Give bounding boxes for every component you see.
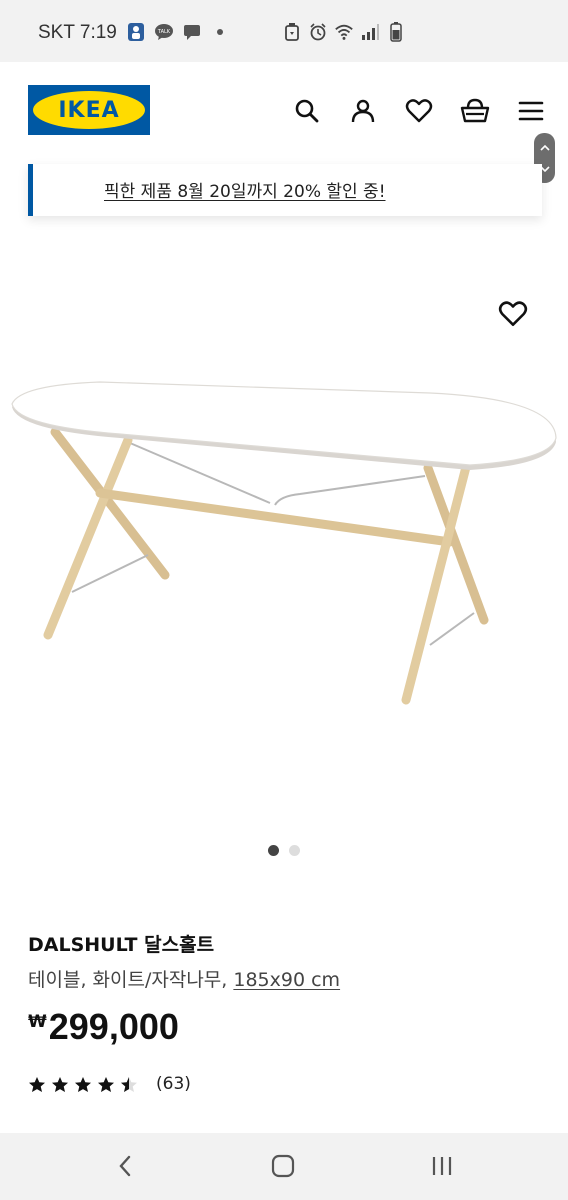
rating-stars xyxy=(28,1076,138,1093)
product-image[interactable] xyxy=(0,370,568,720)
status-bar: SKT 7:19 TALK xyxy=(0,0,568,62)
product-name: DALSHULT 달스홀트 xyxy=(28,934,215,956)
star-icon xyxy=(52,1076,68,1092)
site-header: IKEA xyxy=(0,62,568,160)
kakaotalk-icon: TALK xyxy=(154,22,174,42)
logo-ellipse: IKEA xyxy=(33,91,145,129)
basket-icon[interactable] xyxy=(460,96,490,126)
promo-banner[interactable]: 픽한 제품 8월 20일까지 20% 할인 중! xyxy=(28,164,542,216)
carousel-dot-1[interactable] xyxy=(268,845,279,856)
message-icon xyxy=(182,22,202,42)
carousel-dot-2[interactable] xyxy=(289,845,300,856)
star-icon xyxy=(98,1076,114,1092)
menu-icon[interactable] xyxy=(516,96,546,126)
carousel-dots xyxy=(268,845,300,856)
recycle-icon xyxy=(282,22,302,42)
status-time: SKT 7:19 xyxy=(38,22,117,43)
home-icon[interactable] xyxy=(266,1151,300,1181)
wifi-icon xyxy=(334,22,354,42)
search-icon[interactable] xyxy=(292,96,322,126)
battery-icon xyxy=(386,22,406,42)
recent-apps-icon[interactable] xyxy=(425,1151,459,1181)
product-description: 테이블, 화이트/자작나무, 185x90 cm xyxy=(28,965,340,992)
star-icon xyxy=(75,1076,91,1092)
svg-text:TALK: TALK xyxy=(157,29,171,35)
star-icon xyxy=(121,1076,137,1092)
ikea-logo[interactable]: IKEA xyxy=(28,85,150,135)
dot-icon xyxy=(210,22,230,42)
product-type: 테이블, 화이트/자작나무, xyxy=(28,969,234,991)
price-currency: ₩ xyxy=(28,1012,47,1032)
product-rating[interactable]: (63) xyxy=(28,1074,191,1094)
heart-icon[interactable] xyxy=(404,96,434,126)
signal-icon xyxy=(360,22,380,42)
back-icon[interactable] xyxy=(108,1151,142,1181)
product-price: ₩ 299,000 xyxy=(28,1006,179,1048)
add-to-wishlist-button[interactable] xyxy=(498,300,530,330)
heart-outline-icon xyxy=(498,301,528,326)
android-nav-bar xyxy=(0,1133,568,1200)
price-amount: 299,000 xyxy=(48,1006,179,1047)
user-icon[interactable] xyxy=(348,96,378,126)
promo-link[interactable]: 픽한 제품 8월 20일까지 20% 할인 중! xyxy=(104,177,386,202)
product-dimensions-link[interactable]: 185x90 cm xyxy=(233,969,340,991)
star-icon xyxy=(29,1076,45,1092)
person-app-icon xyxy=(126,22,146,42)
logo-text: IKEA xyxy=(58,97,120,123)
alarm-icon xyxy=(308,22,328,42)
chevron-up-icon[interactable] xyxy=(539,138,551,157)
rating-count: (63) xyxy=(156,1074,191,1094)
